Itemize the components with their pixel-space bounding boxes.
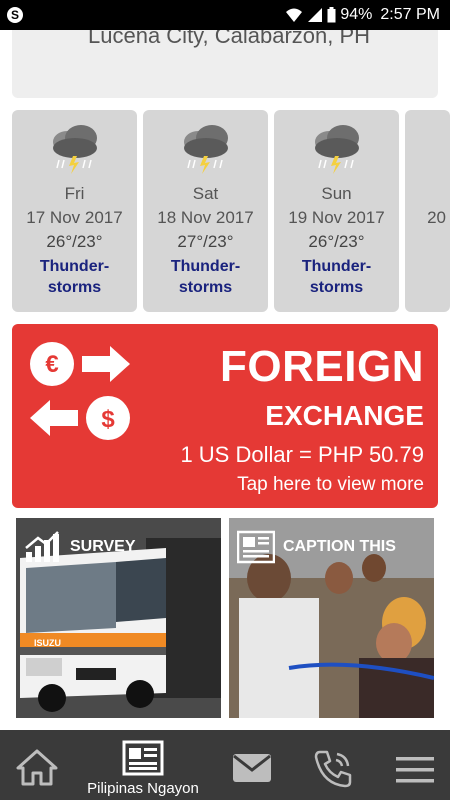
- forecast-condition: Thunder-storms: [301, 258, 372, 296]
- nav-label-pilipinas-ngayon: Pilipinas Ngayon: [87, 780, 199, 797]
- home-icon: [16, 749, 58, 786]
- location-card[interactable]: Lucena City, Calabarzon, PH: [12, 30, 438, 98]
- thunderstorm-icon: [184, 125, 228, 174]
- svg-text:€: €: [45, 351, 58, 378]
- survey-label: SURVEY: [70, 538, 136, 555]
- nav-mail[interactable]: [222, 730, 282, 800]
- forecast-card[interactable]: Sat 18 Nov 2017 27°/23° Thunder-storms: [143, 110, 268, 312]
- wifi-icon: [286, 8, 303, 22]
- forecast-card[interactable]: Sun 19 Nov 2017 26°/23° Thunder-storms: [274, 110, 399, 312]
- fx-title-exchange: EXCHANGE: [265, 400, 424, 431]
- nav-home[interactable]: [0, 730, 74, 800]
- currency-exchange-icon: € $: [30, 342, 130, 440]
- thunderstorm-icon: [53, 125, 97, 174]
- location-text: Lucena City, Calabarzon, PH: [88, 30, 371, 48]
- forecast-day: Sun: [321, 184, 352, 203]
- forecast-temp: 26°/23°: [308, 232, 365, 251]
- signal-icon: [308, 8, 323, 22]
- forecast-card[interactable]: 20: [405, 110, 450, 312]
- survey-chart-icon: [25, 531, 59, 562]
- forecast-date: 20: [427, 208, 446, 227]
- skype-icon: S: [7, 7, 23, 23]
- forecast-row[interactable]: Fri 17 Nov 2017 26°/23° Thunder-storms S…: [12, 110, 450, 312]
- nav-menu[interactable]: [384, 730, 450, 800]
- survey-tile[interactable]: ISUZU SURVEY: [16, 518, 221, 718]
- bottom-navigation: Pilipinas Ngayon: [0, 730, 450, 800]
- foreign-exchange-card[interactable]: € $ FOREIGN EXCHANGE 1 US Dollar = PHP 5…: [12, 324, 438, 508]
- svg-text:S: S: [11, 8, 19, 22]
- forecast-date: 17 Nov 2017: [26, 208, 123, 227]
- newspaper-icon: [237, 530, 275, 564]
- forecast-day: Sat: [192, 184, 219, 203]
- status-bar: S 94% 2:57 PM: [0, 0, 450, 30]
- forecast-date: 19 Nov 2017: [288, 208, 385, 227]
- battery-icon: [327, 7, 336, 23]
- fx-rate: 1 US Dollar = PHP 50.79: [180, 442, 424, 467]
- caption-this-tile[interactable]: CAPTION THIS: [229, 518, 434, 718]
- forecast-temp: 26°/23°: [46, 232, 103, 251]
- forecast-condition: Thunder-storms: [39, 258, 110, 296]
- nav-phone[interactable]: [300, 730, 370, 800]
- forecast-card[interactable]: Fri 17 Nov 2017 26°/23° Thunder-storms: [12, 110, 137, 312]
- mail-icon: [233, 754, 271, 782]
- svg-text:ISUZU: ISUZU: [34, 638, 61, 648]
- forecast-temp: 27°/23°: [177, 232, 234, 251]
- forecast-condition: Thunder-storms: [170, 258, 241, 296]
- clock: 2:57 PM: [380, 6, 440, 23]
- main-content: Lucena City, Calabarzon, PH Fri 17 Nov 2…: [0, 30, 450, 730]
- newspaper-icon: [122, 740, 164, 776]
- svg-text:$: $: [101, 406, 115, 433]
- fx-view-more-link[interactable]: Tap here to view more: [237, 474, 424, 496]
- phone-icon: [314, 750, 352, 788]
- battery-percent: 94%: [340, 6, 373, 23]
- menu-icon: [396, 757, 434, 783]
- forecast-date: 18 Nov 2017: [157, 208, 254, 227]
- thunderstorm-icon: [315, 125, 359, 174]
- forecast-day: Fri: [64, 184, 85, 203]
- nav-pilipinas-ngayon[interactable]: Pilipinas Ngayon: [78, 730, 208, 800]
- caption-this-label: CAPTION THIS: [283, 538, 396, 555]
- fx-title-foreign: FOREIGN: [220, 342, 424, 391]
